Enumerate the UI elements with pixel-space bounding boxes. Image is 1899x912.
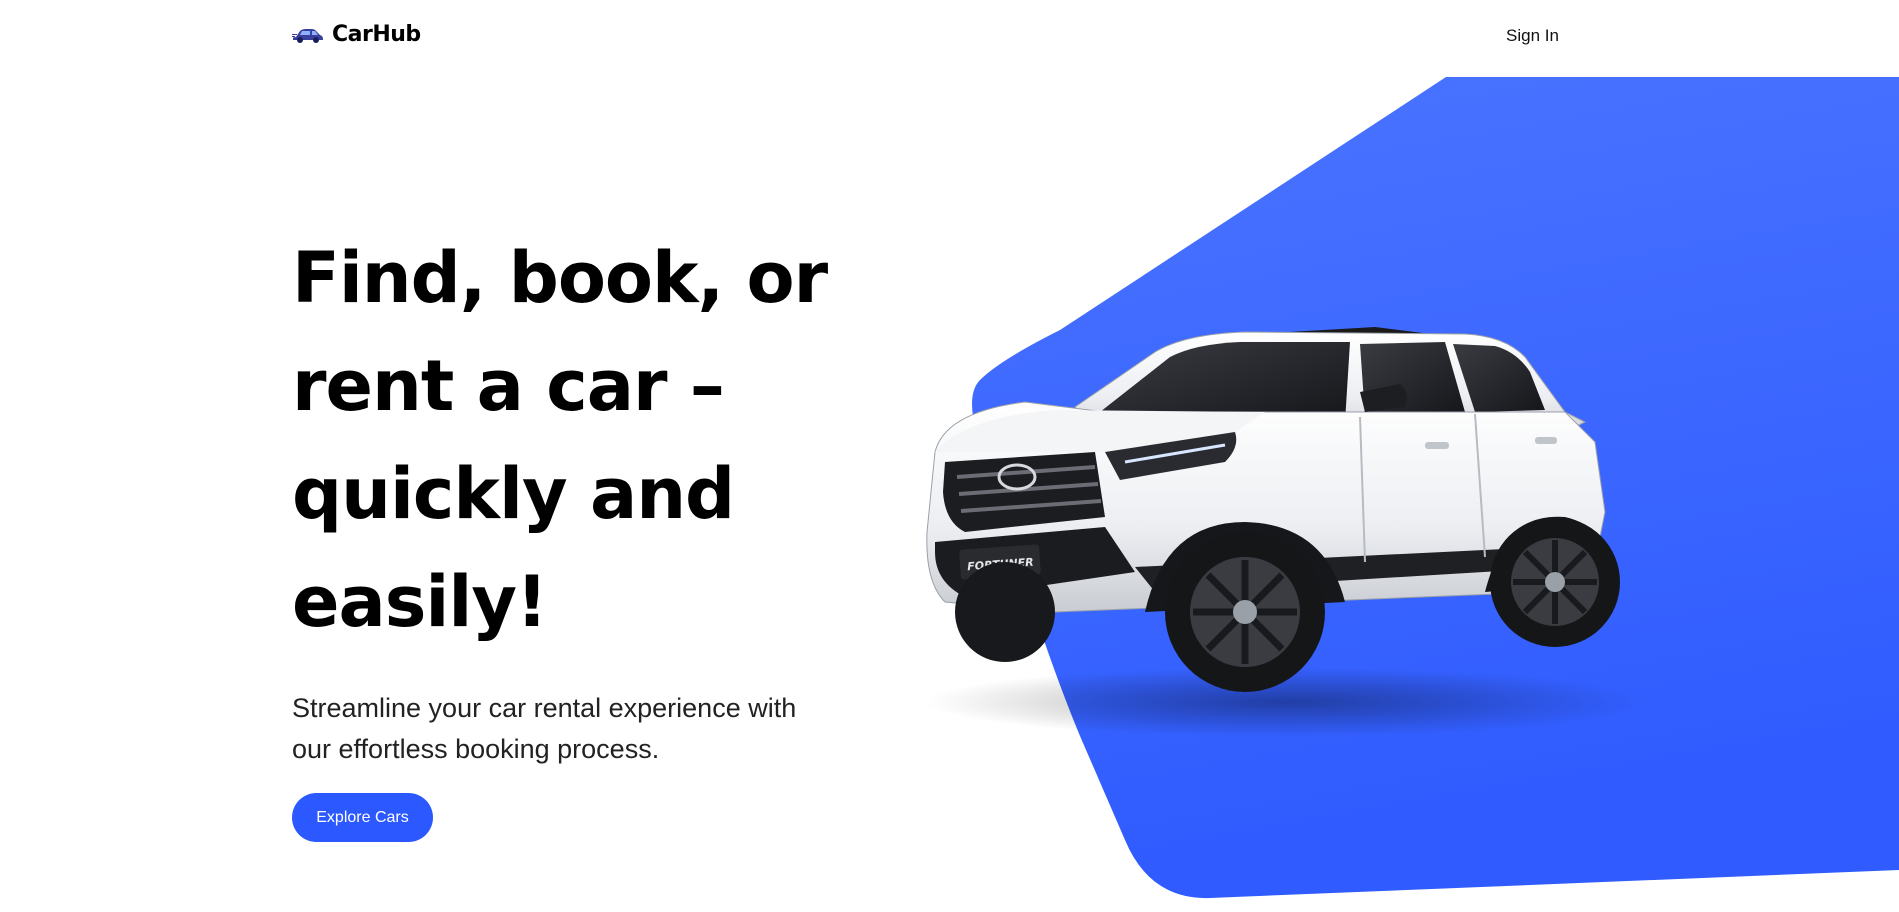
hero-title: Find, book, or rent a car – quickly and … [292,237,828,643]
navbar: CarHub Sign In [0,0,1899,76]
logo-link[interactable]: CarHub [292,22,421,47]
hero-car-image: FORTUNER [925,326,1645,737]
hero-subtitle: Streamline your car rental experience wi… [292,693,797,764]
hero-content: Find, book, or rent a car – quickly and … [292,224,852,770]
brand-name: CarHub [332,22,421,47]
explore-cars-button[interactable]: Explore Cars [292,793,433,842]
car-icon [292,28,323,43]
sign-in-button[interactable]: Sign In [1506,26,1559,46]
landing-page: CarHub Sign In Find, book, or rent a car… [0,0,1899,912]
